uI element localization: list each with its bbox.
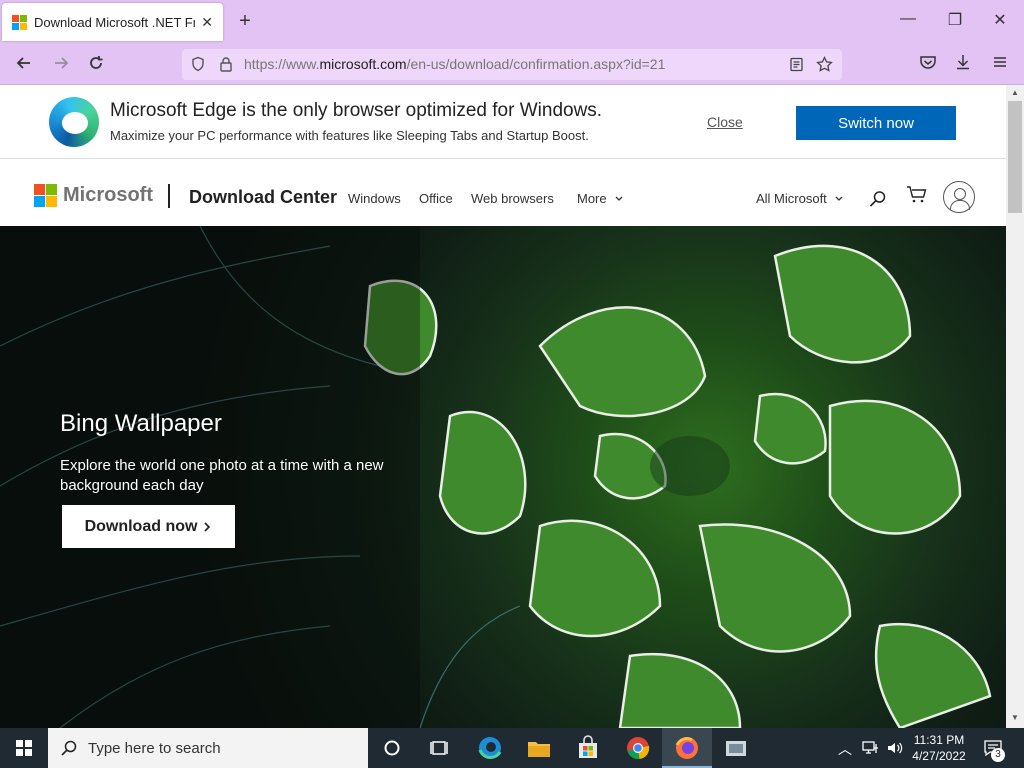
url-bar[interactable]: https://www.microsoft.com/en-us/download… [182,49,842,80]
show-hidden-icons-chevron-icon[interactable]: ︿ [838,739,852,759]
all-microsoft-label: All Microsoft [756,191,827,206]
pocket-button[interactable] [916,53,940,77]
url-text: https://www.microsoft.com/en-us/download… [244,56,665,72]
menu-button[interactable] [988,53,1012,77]
pocket-icon [920,56,936,69]
scrollbar-thumb[interactable] [1008,101,1022,213]
edge-banner-close-link[interactable]: Close [707,114,743,130]
system-clock[interactable]: 11:31 PM 4/27/2022 [900,732,978,764]
chrome-icon[interactable] [624,734,652,762]
network-icon[interactable] [862,740,880,756]
tab-title: Download Microsoft .NET Fram [34,14,196,30]
account-avatar-icon[interactable] [943,181,975,213]
reload-button[interactable] [84,53,108,77]
cart-icon[interactable] [906,185,928,205]
hero-title: Bing Wallpaper [60,410,222,437]
nav-more-label: More [577,191,607,206]
nav-item-office[interactable]: Office [419,191,453,206]
clock-date: 4/27/2022 [912,749,966,763]
downloads-button[interactable] [951,53,975,77]
scroll-down-arrow-icon[interactable]: ▼ [1006,713,1024,722]
scroll-up-arrow-icon[interactable]: ▲ [1006,88,1024,97]
tab-close-icon[interactable]: ✕ [201,14,213,31]
shield-icon[interactable] [190,56,206,72]
windows-taskbar: Type here to search ︿ 11:31 PM 4/27/2022… [0,728,1024,768]
chevron-down-icon [835,196,843,201]
reload-icon [90,56,103,69]
microsoft-logo-icon[interactable] [34,184,57,207]
chevron-down-icon [615,196,623,201]
back-button[interactable] [12,53,36,77]
start-button[interactable] [0,728,48,768]
taskbar-search-box[interactable]: Type here to search [48,728,368,768]
url-prefix: https://www. [244,56,320,72]
back-arrow-icon [16,57,30,69]
firefox-taskbar-item[interactable] [662,728,712,768]
search-icon[interactable] [868,189,888,209]
page-scrollbar[interactable]: ▲ ▼ [1006,85,1024,728]
url-domain: microsoft.com [319,56,407,72]
screen-capture-app-icon[interactable] [722,734,750,762]
firefox-icon [675,737,698,759]
forward-arrow-icon [55,57,69,69]
lock-icon[interactable] [218,56,234,72]
microsoft-store-icon[interactable] [574,734,602,762]
switch-now-button[interactable]: Switch now [796,106,956,140]
windows-logo-icon [16,740,32,756]
microsoft-favicon-icon [12,15,27,30]
reader-view-icon[interactable] [789,57,804,72]
download-now-label: Download now [84,517,198,535]
window-close-button[interactable]: ✕ [985,10,1015,30]
download-now-button[interactable]: Download now [62,505,235,548]
nav-item-more[interactable]: More [577,191,624,206]
file-explorer-icon[interactable] [525,734,553,762]
edge-banner-title: Microsoft Edge is the only browser optim… [110,100,603,121]
nav-item-windows[interactable]: Windows [348,191,401,206]
clock-time: 11:31 PM [913,733,965,747]
hero-banner: Bing Wallpaper Explore the world one pho… [0,226,1006,728]
page-viewport: Microsoft Edge is the only browser optim… [0,85,1006,728]
task-view-icon[interactable] [426,734,454,762]
chevron-right-icon [204,521,211,532]
notification-count-badge: 3 [991,748,1005,762]
edge-logo-icon [49,97,99,147]
taskbar-search-placeholder: Type here to search [88,739,221,757]
all-microsoft-menu[interactable]: All Microsoft [756,191,844,206]
nav-item-web-browsers[interactable]: Web browsers [471,191,554,206]
site-header: Microsoft Download Center Windows Office… [0,159,1006,226]
forward-button[interactable] [49,53,73,77]
new-tab-button[interactable]: + [234,10,256,33]
edge-promo-banner: Microsoft Edge is the only browser optim… [0,85,1006,159]
search-icon [61,740,77,756]
bookmark-star-icon[interactable] [816,56,833,73]
edge-banner-subtitle: Maximize your PC performance with featur… [110,128,589,143]
cortana-icon[interactable] [378,734,406,762]
minimize-button[interactable]: — [893,10,923,28]
browser-tab[interactable]: Download Microsoft .NET Fram ✕ [2,3,223,41]
navigation-toolbar: https://www.microsoft.com/en-us/download… [0,44,1024,85]
restore-button[interactable]: ❐ [940,10,970,30]
download-center-title[interactable]: Download Center [189,187,337,208]
tab-bar: Download Microsoft .NET Fram ✕ + — ❐ ✕ [0,0,1024,44]
url-path: /en-us/download/confirmation.aspx?id=21 [406,56,666,72]
microsoft-wordmark[interactable]: Microsoft [63,184,153,207]
hamburger-menu-icon [994,57,1006,67]
hero-description: Explore the world one photo at a time wi… [60,457,384,494]
header-divider [168,184,170,208]
download-icon [957,55,969,70]
edge-taskbar-icon[interactable] [476,734,504,762]
